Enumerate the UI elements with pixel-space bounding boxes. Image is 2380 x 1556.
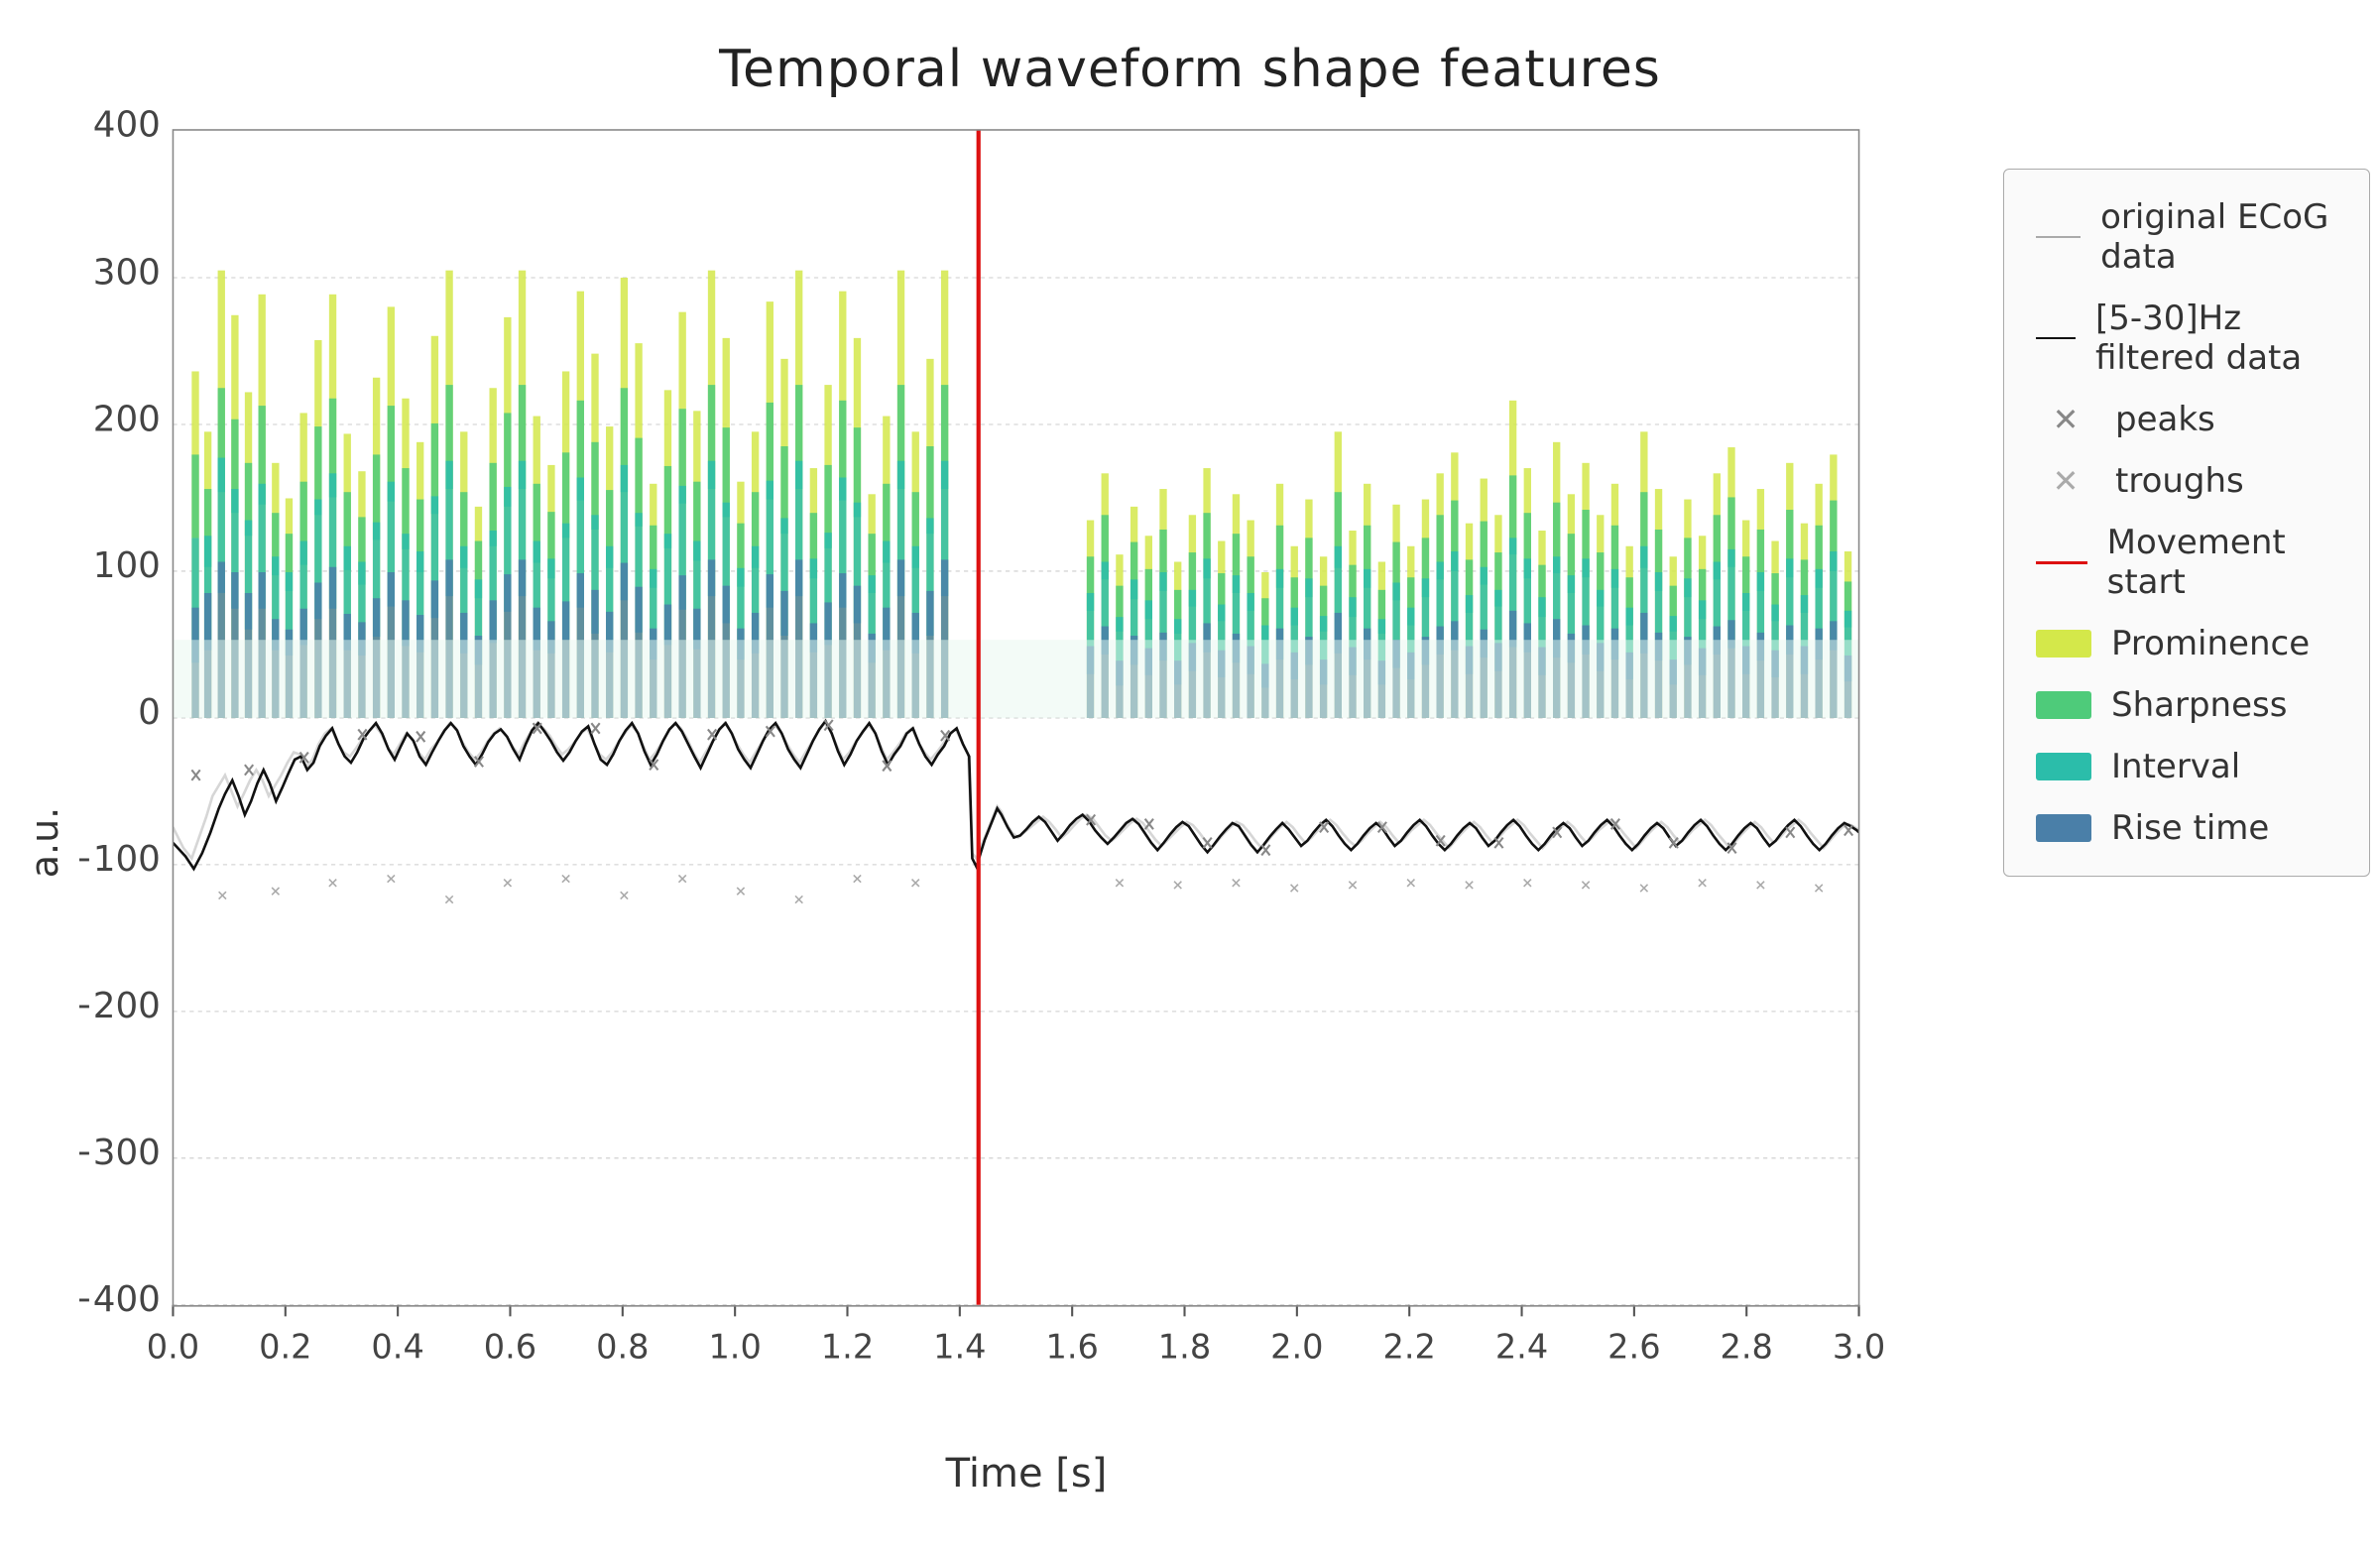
svg-text:2.4: 2.4 bbox=[1495, 1327, 1548, 1366]
legend-item-filtered: [5-30]Hz filtered data bbox=[2036, 299, 2337, 378]
legend-item-movement: Movement start bbox=[2036, 523, 2337, 602]
svg-text:400: 400 bbox=[93, 109, 161, 145]
plot-wrapper: 400 300 200 100 0 −100 −200 −300 bbox=[79, 109, 1973, 1496]
svg-text:1.4: 1.4 bbox=[933, 1327, 986, 1366]
x-axis-label: Time [s] bbox=[79, 1441, 1973, 1496]
legend-sharpness-label: Sharpness bbox=[2111, 685, 2287, 725]
chart-title: Temporal waveform shape features bbox=[719, 40, 1661, 99]
legend-interval-label: Interval bbox=[2111, 747, 2240, 786]
legend-item-peaks: ✕ peaks bbox=[2036, 400, 2337, 439]
svg-text:1.6: 1.6 bbox=[1045, 1327, 1098, 1366]
legend-sharpness-box bbox=[2036, 691, 2091, 719]
svg-text:−200: −200 bbox=[79, 986, 161, 1026]
svg-text:2.6: 2.6 bbox=[1607, 1327, 1660, 1366]
legend-item-sharpness: Sharpness bbox=[2036, 685, 2337, 725]
legend-box: original ECoG data [5-30]Hz filtered dat… bbox=[2003, 169, 2370, 877]
svg-text:−300: −300 bbox=[79, 1133, 161, 1173]
legend-item-ecog: original ECoG data bbox=[2036, 197, 2337, 277]
svg-text:0.2: 0.2 bbox=[259, 1327, 311, 1366]
svg-text:0: 0 bbox=[138, 692, 161, 733]
legend-risetime-label: Rise time bbox=[2111, 808, 2269, 848]
legend-prominence-box bbox=[2036, 630, 2091, 658]
svg-text:200: 200 bbox=[93, 399, 161, 439]
svg-text:100: 100 bbox=[93, 545, 161, 586]
svg-text:0.6: 0.6 bbox=[484, 1327, 536, 1366]
svg-text:1.0: 1.0 bbox=[708, 1327, 761, 1366]
svg-text:1.8: 1.8 bbox=[1158, 1327, 1211, 1366]
main-plot: 400 300 200 100 0 −100 −200 −300 bbox=[79, 109, 1973, 1441]
legend-ecog-line bbox=[2036, 236, 2081, 238]
svg-text:3.0: 3.0 bbox=[1833, 1327, 1885, 1366]
legend-peaks-marker: ✕ bbox=[2036, 401, 2095, 438]
svg-text:2.0: 2.0 bbox=[1270, 1327, 1323, 1366]
svg-text:−100: −100 bbox=[79, 839, 161, 880]
plot-and-legend: 400 300 200 100 0 −100 −200 −300 bbox=[79, 109, 2370, 1496]
legend-item-interval: Interval bbox=[2036, 747, 2337, 786]
legend-movement-line bbox=[2036, 561, 2087, 564]
chart-container: Temporal waveform shape features a.u. 40… bbox=[0, 0, 2380, 1488]
svg-text:0.8: 0.8 bbox=[596, 1327, 649, 1366]
svg-text:2.8: 2.8 bbox=[1721, 1327, 1773, 1366]
legend-troughs-marker: ✕ bbox=[2036, 462, 2095, 500]
legend-filtered-line bbox=[2036, 337, 2076, 340]
legend-interval-box bbox=[2036, 753, 2091, 780]
legend-filtered-label: [5-30]Hz filtered data bbox=[2095, 299, 2337, 378]
legend-movement-label: Movement start bbox=[2107, 523, 2337, 602]
legend-ecog-label: original ECoG data bbox=[2100, 197, 2337, 277]
svg-text:0.0: 0.0 bbox=[147, 1327, 199, 1366]
svg-text:−400: −400 bbox=[79, 1279, 161, 1320]
svg-text:0.4: 0.4 bbox=[371, 1327, 423, 1366]
legend-prominence-label: Prominence bbox=[2111, 624, 2310, 663]
legend-item-prominence: Prominence bbox=[2036, 624, 2337, 663]
legend-item-troughs: ✕ troughs bbox=[2036, 461, 2337, 501]
svg-text:2.2: 2.2 bbox=[1382, 1327, 1435, 1366]
legend-item-risetime: Rise time bbox=[2036, 808, 2337, 848]
svg-text:300: 300 bbox=[93, 252, 161, 293]
y-axis-label: a.u. bbox=[10, 109, 79, 1496]
legend-troughs-label: troughs bbox=[2115, 461, 2244, 501]
legend-peaks-label: peaks bbox=[2115, 400, 2215, 439]
svg-text:1.2: 1.2 bbox=[821, 1327, 874, 1366]
legend-risetime-box bbox=[2036, 814, 2091, 842]
chart-area: a.u. 400 300 200 100 bbox=[10, 109, 2370, 1556]
